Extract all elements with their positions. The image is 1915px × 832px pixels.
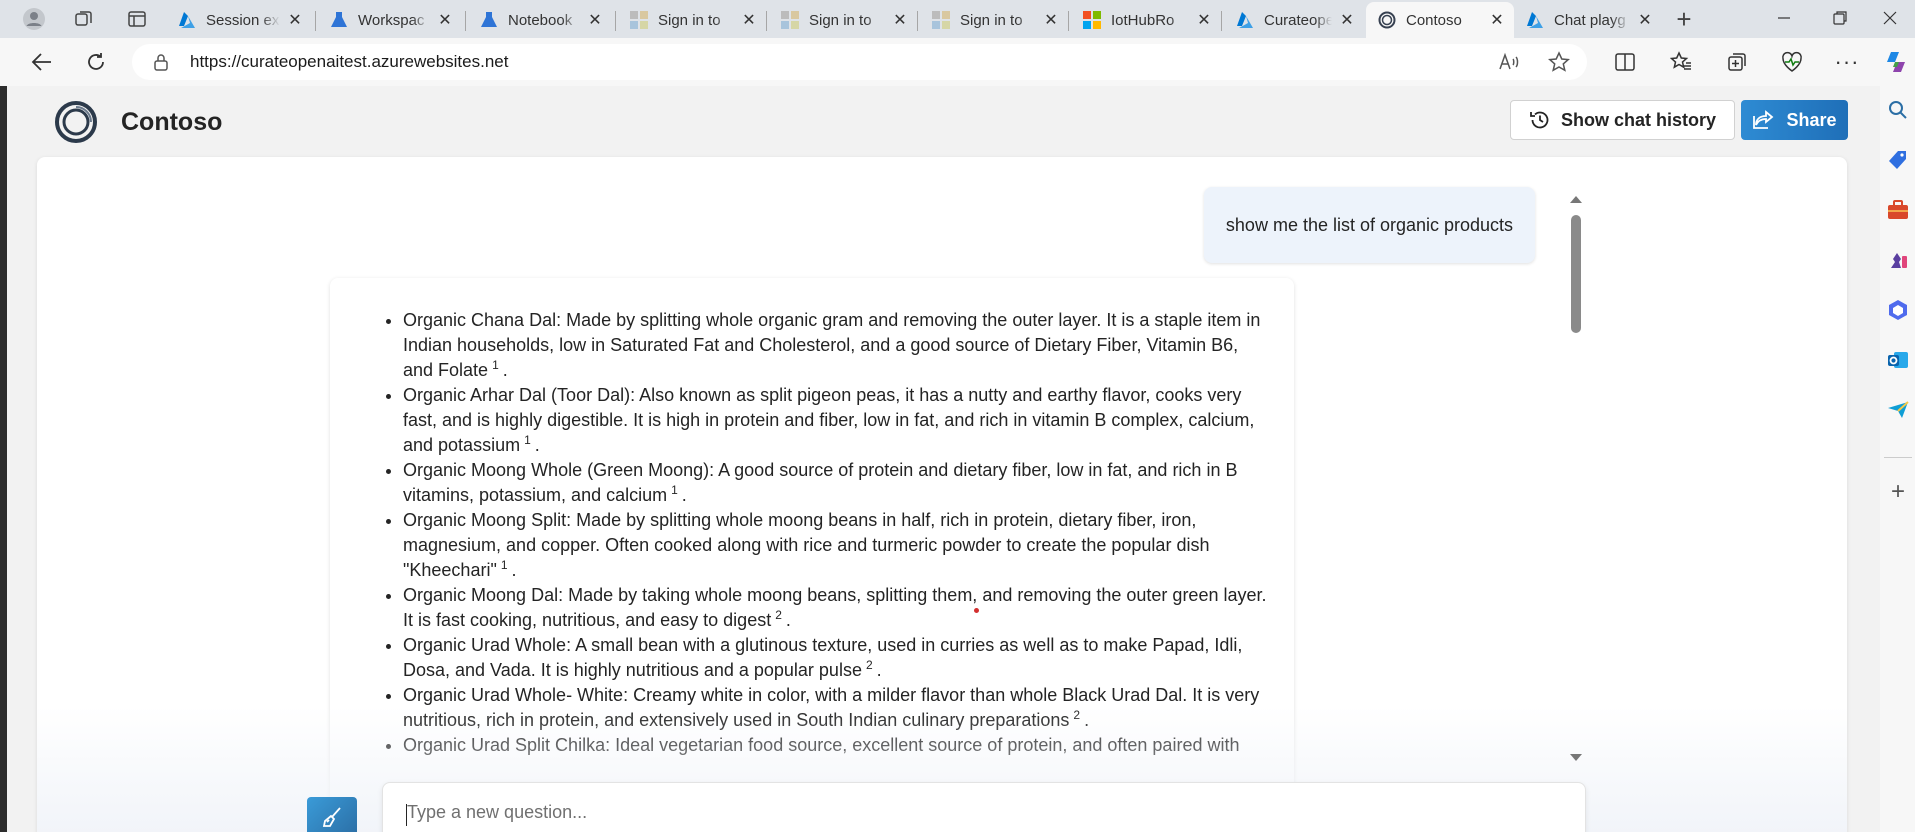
list-item: Organic Arhar Dal (Toor Dal): Also known… (403, 383, 1273, 458)
browser-toolbar: https://curateopenaitest.azurewebsites.n… (0, 38, 1915, 86)
azure-icon (1236, 11, 1254, 29)
azure-icon (178, 11, 196, 29)
citation-link[interactable]: 2 (775, 608, 782, 622)
tab-sign-in-1[interactable]: Sign in to ✕ (618, 4, 766, 36)
list-item: Organic Moong Split: Made by splitting w… (403, 508, 1273, 583)
citation-link[interactable]: 1 (501, 558, 508, 572)
read-aloud-icon[interactable] (1497, 50, 1521, 74)
broom-icon (322, 807, 341, 827)
page-content: Contoso Show chat history Share show me … (0, 86, 1880, 832)
citation-link[interactable]: 1 (524, 433, 531, 447)
favorites-icon[interactable] (1665, 46, 1697, 78)
history-icon (1530, 111, 1549, 129)
user-message-bubble: show me the list of organic products (1204, 187, 1535, 263)
list-item: Organic Urad Whole- White: Creamy white … (403, 683, 1273, 733)
close-icon[interactable]: ✕ (1042, 11, 1060, 29)
address-bar[interactable]: https://curateopenaitest.azurewebsites.n… (132, 44, 1587, 80)
assistant-answer-card: Organic Chana Dal: Made by splitting who… (330, 278, 1294, 832)
microsoft-color-icon (1083, 11, 1101, 29)
answer-list: Organic Chana Dal: Made by splitting who… (403, 308, 1273, 758)
more-options-icon[interactable]: ··· (1831, 46, 1863, 78)
add-sidebar-app-icon[interactable]: + (1886, 478, 1910, 505)
citation-link[interactable]: 2 (1073, 708, 1080, 722)
restore-button[interactable] (1812, 0, 1868, 36)
share-button[interactable]: Share (1741, 100, 1848, 140)
microsoft-icon (781, 11, 799, 29)
close-icon[interactable]: ✕ (1488, 11, 1506, 29)
close-icon[interactable]: ✕ (1338, 11, 1356, 29)
copilot-icon[interactable] (1880, 46, 1912, 78)
list-item: Organic Moong Dal: Made by taking whole … (403, 583, 1273, 633)
list-item: Organic Urad Split Chilka: Ideal vegetar… (403, 733, 1273, 758)
contoso-ring-icon (1378, 11, 1396, 29)
chat-scrollbar[interactable] (1568, 196, 1584, 761)
split-screen-icon[interactable] (1609, 46, 1641, 78)
tools-briefcase-icon[interactable] (1886, 198, 1910, 222)
tab-sign-in-3[interactable]: Sign in to ✕ (920, 4, 1068, 36)
close-icon[interactable]: ✕ (286, 11, 304, 29)
citation-link[interactable]: 2 (866, 658, 873, 672)
mouse-cursor-dot (974, 608, 979, 613)
edge-sidebar: + (1880, 86, 1915, 832)
microsoft-365-icon[interactable] (1886, 298, 1910, 322)
browser-tab-strip: Session ex ✕ Workspac ✕ Notebook ✕ Sign … (0, 0, 1915, 38)
azure-icon (1526, 11, 1544, 29)
microsoft-icon (630, 11, 648, 29)
citation-link[interactable]: 1 (671, 483, 678, 497)
microsoft-icon (932, 11, 950, 29)
outlook-icon[interactable] (1886, 348, 1910, 372)
scroll-thumb[interactable] (1571, 215, 1581, 333)
ml-flask-icon (330, 11, 348, 29)
favorite-star-icon[interactable] (1547, 50, 1571, 74)
close-icon[interactable]: ✕ (436, 11, 454, 29)
show-chat-history-button[interactable]: Show chat history (1510, 100, 1735, 140)
search-icon[interactable] (1886, 98, 1910, 122)
user-message-text: show me the list of organic products (1225, 214, 1514, 235)
brand-title: Contoso (121, 108, 223, 136)
send-drop-icon[interactable] (1886, 398, 1910, 422)
share-icon (1753, 110, 1774, 129)
tab-iothub[interactable]: IotHubRo ✕ (1071, 4, 1221, 36)
close-icon[interactable]: ✕ (1195, 11, 1213, 29)
list-item: Organic Chana Dal: Made by splitting who… (403, 308, 1273, 383)
close-icon[interactable]: ✕ (1636, 11, 1654, 29)
vertical-tabs-icon[interactable] (121, 5, 153, 33)
tab-workspace[interactable]: Workspac ✕ (318, 4, 462, 36)
question-input[interactable] (382, 782, 1586, 832)
list-item: Organic Urad Whole: A small bean with a … (403, 633, 1273, 683)
shopping-tag-icon[interactable] (1886, 148, 1910, 172)
games-chess-icon[interactable] (1886, 248, 1910, 272)
scroll-up-arrow-icon[interactable] (1570, 196, 1582, 203)
ml-flask-icon (480, 11, 498, 29)
tab-chat-playground[interactable]: Chat playg ✕ (1514, 4, 1662, 36)
tab-session[interactable]: Session ex ✕ (166, 4, 312, 36)
profile-icon[interactable] (18, 5, 50, 33)
close-icon[interactable]: ✕ (740, 11, 758, 29)
scroll-down-arrow-icon[interactable] (1570, 754, 1582, 761)
new-tab-button[interactable]: + (1668, 4, 1700, 34)
refresh-button[interactable] (80, 46, 112, 78)
workspaces-icon[interactable] (68, 5, 100, 33)
url-text[interactable]: https://curateopenaitest.azurewebsites.n… (190, 52, 508, 72)
close-icon[interactable]: ✕ (586, 11, 604, 29)
list-item: Organic Moong Whole (Green Moong): A goo… (403, 458, 1273, 508)
tab-curateopenai[interactable]: Curateope ✕ (1224, 4, 1364, 36)
tab-contoso[interactable]: Contoso ✕ (1366, 2, 1514, 38)
collections-icon[interactable] (1721, 46, 1753, 78)
contoso-logo (55, 101, 97, 143)
browser-essentials-icon[interactable] (1776, 46, 1808, 78)
minimize-button[interactable] (1756, 0, 1812, 36)
back-button[interactable] (26, 46, 58, 78)
lock-icon[interactable] (152, 53, 170, 71)
close-window-button[interactable] (1862, 0, 1915, 36)
clear-chat-button[interactable] (307, 797, 357, 832)
tab-sign-in-2[interactable]: Sign in to ✕ (769, 4, 917, 36)
close-icon[interactable]: ✕ (891, 11, 909, 29)
tab-notebook[interactable]: Notebook ✕ (468, 4, 612, 36)
citation-link[interactable]: 1 (492, 358, 499, 372)
